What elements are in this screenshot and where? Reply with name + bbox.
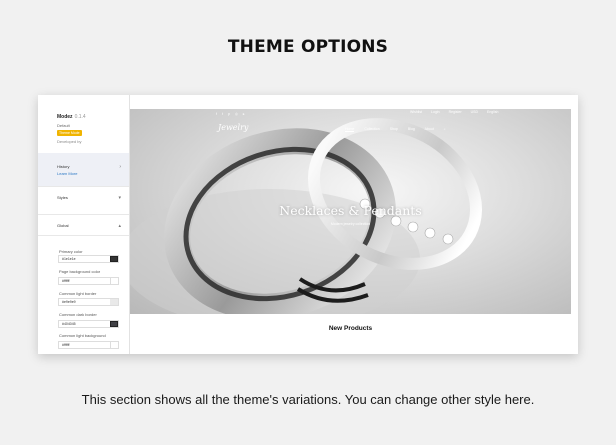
top-link[interactable]: Login	[431, 110, 440, 114]
page-title: THEME OPTIONS	[227, 37, 389, 57]
field-label: Common light background	[59, 333, 106, 338]
slider-dot[interactable]	[343, 316, 345, 318]
section-title: New Products	[328, 325, 373, 332]
social-icons: f t p ◎ ▸	[216, 112, 247, 116]
section-label: Global	[57, 223, 69, 228]
history-link[interactable]: Learn More	[57, 171, 129, 176]
instagram-icon[interactable]: ◎	[235, 112, 240, 116]
top-bar: f t p ◎ ▸ Wishlist Login Register USD En…	[38, 95, 578, 116]
color-swatch[interactable]	[110, 342, 118, 348]
main-nav: Home Collection Shop Blog About ⌕	[345, 127, 455, 132]
section-styles[interactable]: Styles ▾	[38, 186, 129, 208]
twitter-icon[interactable]: t	[222, 112, 225, 116]
top-link[interactable]: USD	[471, 110, 478, 114]
history-section[interactable]: History Learn More ›	[38, 153, 129, 186]
hero-subtitle: Modern jewelry collection	[330, 222, 371, 226]
theme-badge: Theme Mode	[57, 130, 82, 136]
page-background-input[interactable]: #ffffff	[58, 277, 119, 285]
light-border-input[interactable]: #e9e9e9	[58, 298, 119, 306]
dark-border-input[interactable]: #404045	[58, 320, 119, 328]
nav-about[interactable]: About	[425, 127, 434, 131]
theme-version: 0.1.4	[74, 114, 86, 120]
primary-color-input[interactable]: #1e1e1e	[58, 255, 119, 263]
chevron-right-icon: ›	[119, 164, 121, 170]
site-logo[interactable]: Jewelry	[218, 123, 248, 132]
color-swatch[interactable]	[110, 256, 118, 262]
top-links: Wishlist Login Register USD English	[410, 110, 507, 114]
chevron-up-icon: ▴	[118, 223, 121, 229]
customizer-panel: Modez 0.1.4 Default Theme Mode Developed …	[38, 95, 130, 354]
theme-name: Modez 0.1.4	[57, 114, 86, 120]
hero-title: Necklaces & Pendants	[279, 203, 422, 218]
slider-dot[interactable]	[359, 316, 362, 318]
color-swatch[interactable]	[110, 299, 118, 305]
chevron-down-icon: ▾	[118, 195, 121, 201]
field-label: Page background color	[59, 269, 101, 274]
field-label: Primary color	[59, 249, 83, 254]
color-swatch[interactable]	[110, 321, 118, 327]
developed-by: Developed by	[57, 139, 82, 144]
field-label: Common dark border	[59, 312, 97, 317]
facebook-icon[interactable]: f	[216, 112, 219, 116]
slider-dot[interactable]	[351, 316, 354, 318]
section-global[interactable]: Global ▴	[38, 214, 129, 236]
section-label: Styles	[57, 195, 68, 200]
top-link[interactable]: Register	[449, 110, 462, 114]
light-background-input[interactable]: #ffffff	[58, 341, 119, 349]
page-caption: This section shows all the theme's varia…	[81, 392, 535, 407]
nav-shop[interactable]: Shop	[390, 127, 398, 131]
pinterest-icon[interactable]: p	[228, 112, 232, 116]
nav-collection[interactable]: Collection	[364, 127, 379, 131]
nav-blog[interactable]: Blog	[408, 127, 415, 131]
theme-screenshot: Modez 0.1.4 Default Theme Mode Developed …	[38, 95, 578, 354]
search-icon[interactable]: ⌕	[444, 127, 446, 131]
color-swatch[interactable]	[110, 278, 118, 284]
top-link[interactable]: English	[487, 110, 498, 114]
slider-dots	[343, 305, 364, 323]
top-link[interactable]: Wishlist	[410, 110, 422, 114]
field-label: Common light border	[59, 291, 97, 296]
nav-home[interactable]: Home	[345, 127, 355, 132]
youtube-icon[interactable]: ▸	[243, 112, 247, 116]
default-label: Default	[57, 123, 70, 128]
